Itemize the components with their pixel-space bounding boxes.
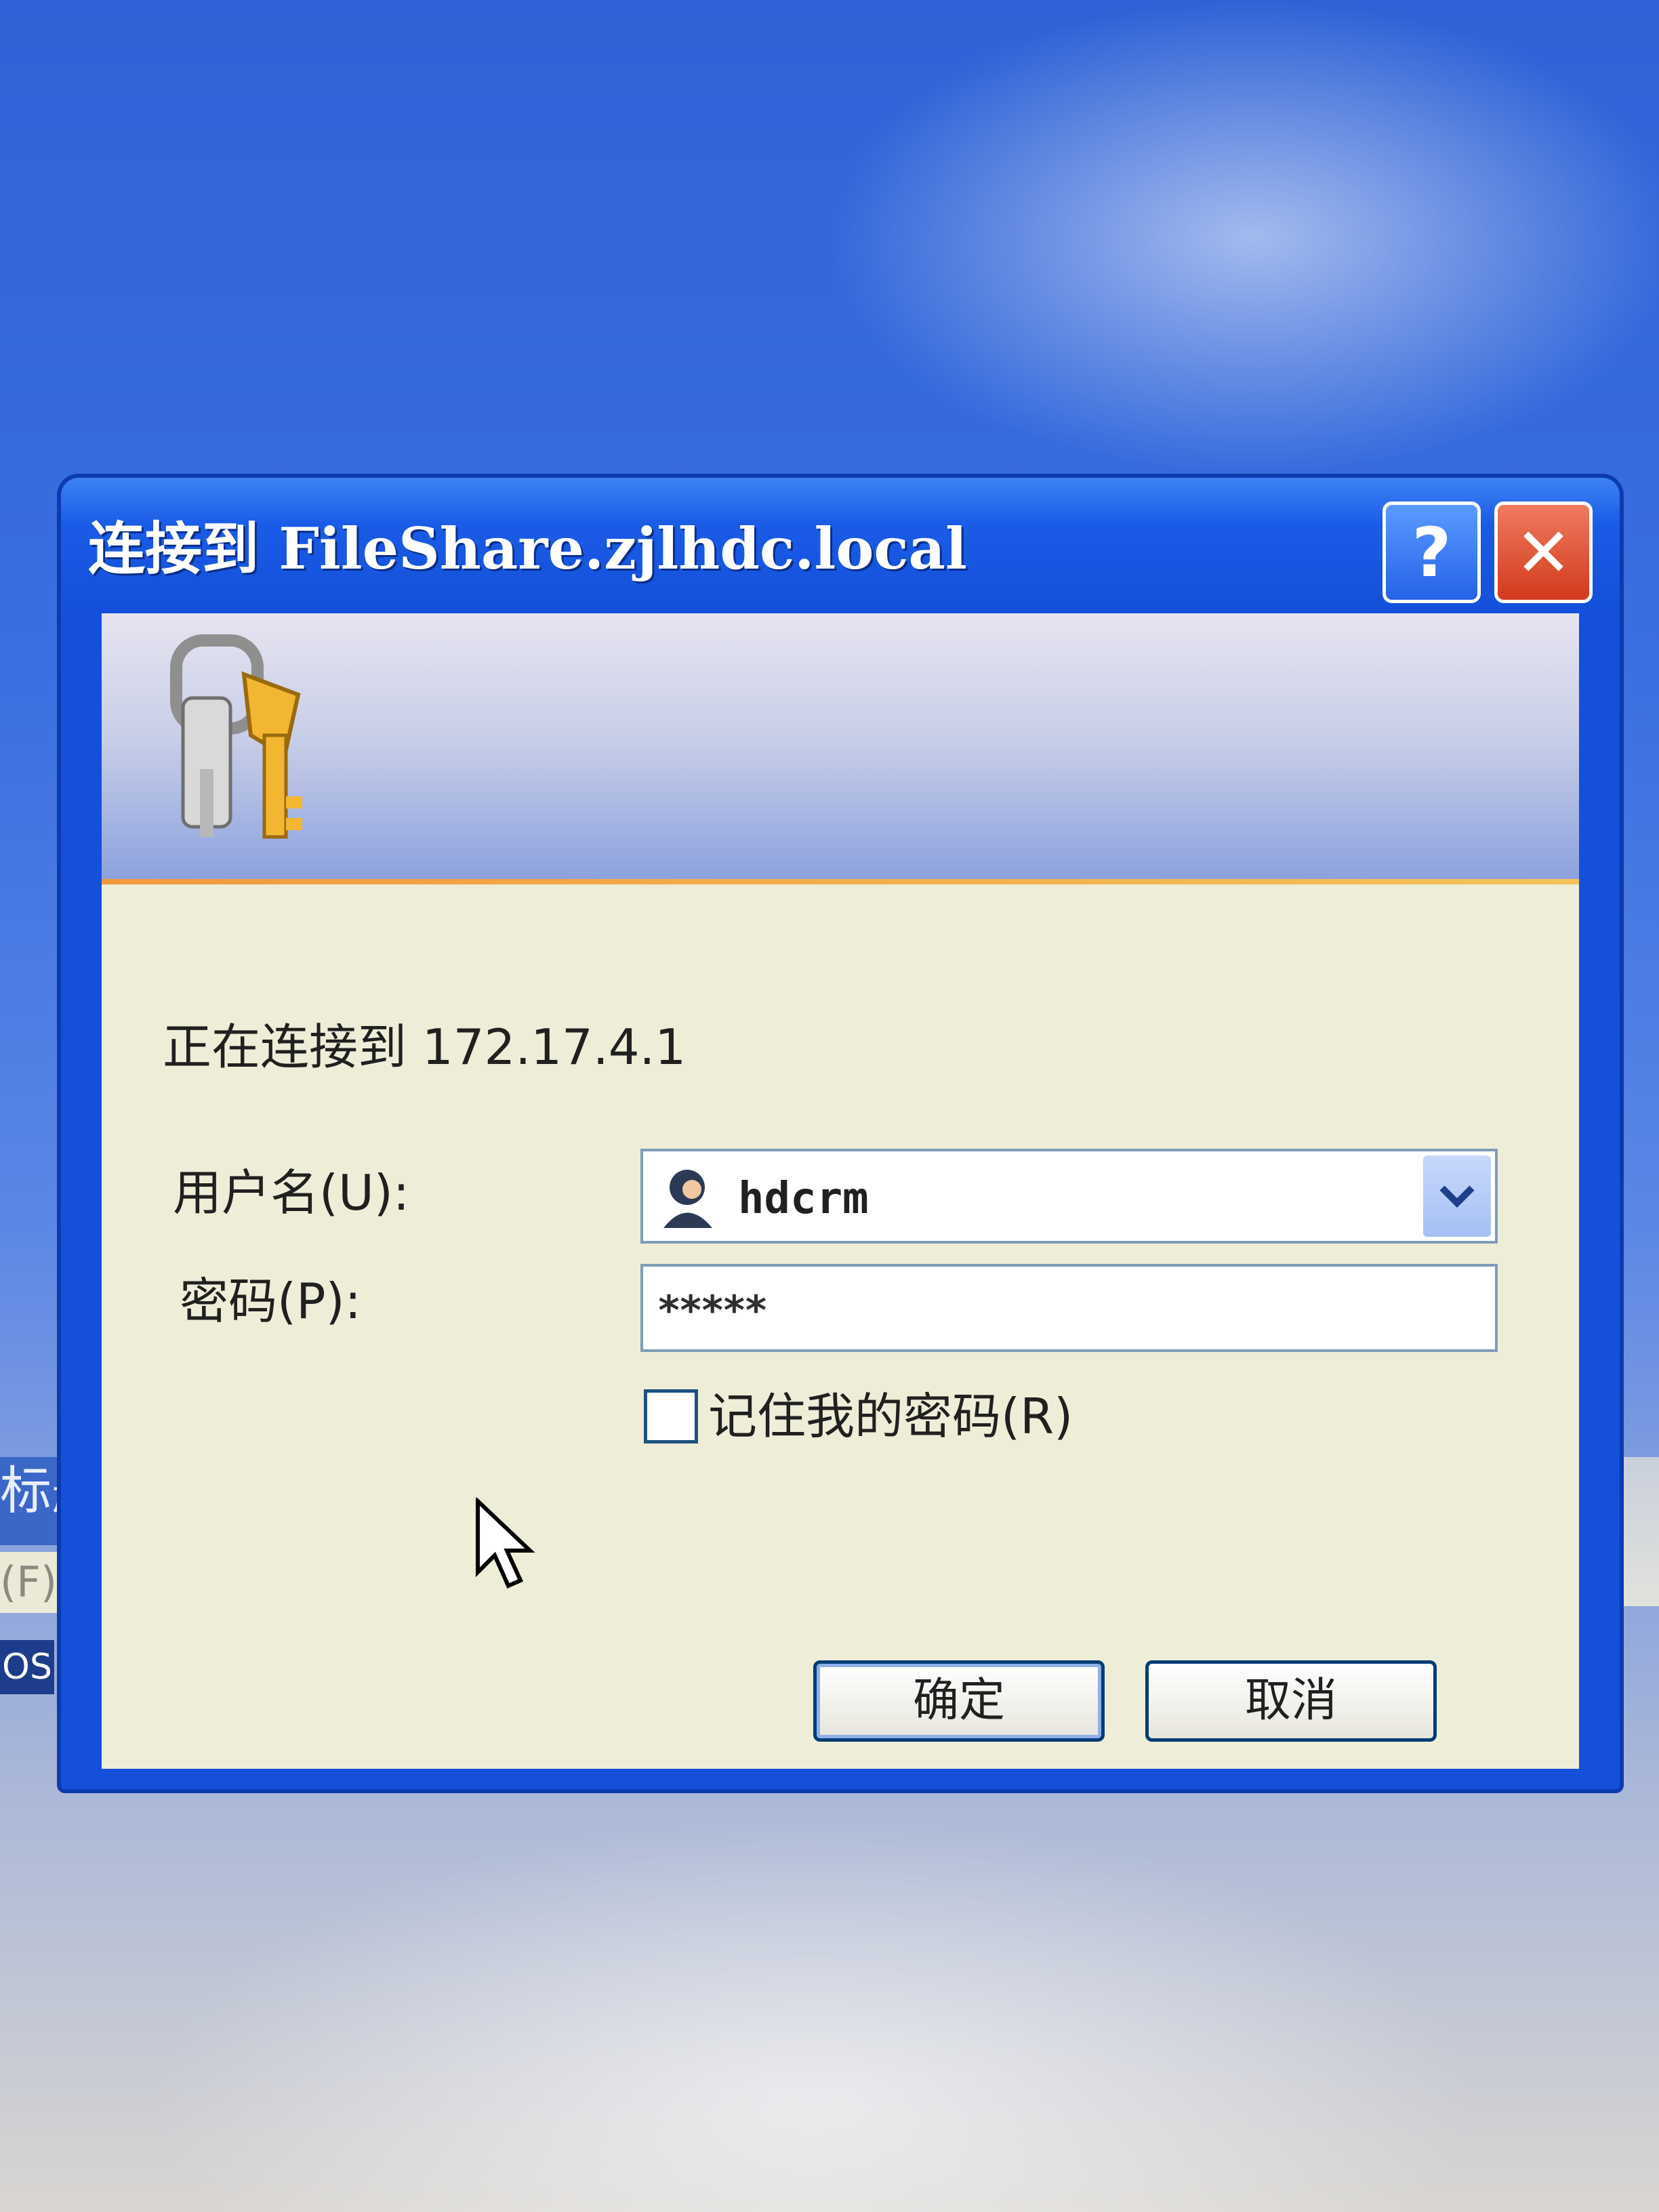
remember-password-checkbox[interactable] [644, 1389, 698, 1443]
username-value: hdcrm [738, 1174, 869, 1224]
user-icon [663, 1170, 712, 1228]
password-value: ***** [657, 1287, 769, 1334]
dialog-title: 连接到 FileShare.zjlhdc.local [88, 515, 967, 582]
login-dialog: 连接到 FileShare.zjlhdc.local ? ✕ 正在连接到 172… [61, 478, 1620, 1789]
password-label: 密码(P): [180, 1273, 361, 1330]
dialog-banner [102, 613, 1579, 884]
chevron-down-icon [1439, 1185, 1475, 1208]
ok-button[interactable]: 确定 [813, 1660, 1105, 1742]
background-window-tab: OS [0, 1640, 54, 1694]
connecting-text: 正在连接到 172.17.4.1 [163, 1019, 687, 1076]
banner-accent-line [102, 879, 1579, 884]
close-button[interactable]: ✕ [1494, 501, 1593, 603]
password-field[interactable]: ***** [640, 1264, 1498, 1352]
username-combobox[interactable]: hdcrm [640, 1149, 1498, 1244]
cancel-button[interactable]: 取消 [1145, 1660, 1437, 1742]
remember-password-label[interactable]: 记住我的密码(R) [708, 1379, 1183, 1454]
help-button[interactable]: ? [1382, 501, 1481, 603]
keys-icon [170, 634, 302, 839]
dialog-titlebar[interactable]: 连接到 FileShare.zjlhdc.local ? ✕ [61, 478, 1620, 613]
username-dropdown-button[interactable] [1423, 1155, 1491, 1237]
username-label: 用户名(U): [173, 1164, 410, 1221]
mouse-cursor-icon [476, 1498, 535, 1589]
